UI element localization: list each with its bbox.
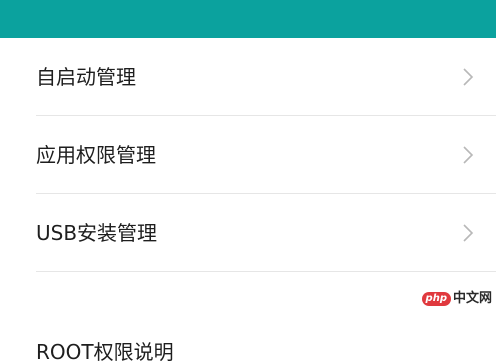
chevron-right-icon bbox=[463, 224, 474, 242]
list-item-autostart-management[interactable]: 自启动管理 bbox=[0, 38, 496, 116]
chevron-right-icon bbox=[463, 146, 474, 164]
list-item-usb-install-management[interactable]: USB安装管理 bbox=[0, 194, 496, 272]
chevron-right-icon bbox=[463, 68, 474, 86]
list-item-root-permission-info[interactable]: ROOT权限说明 bbox=[0, 272, 496, 362]
list-item-label: 应用权限管理 bbox=[36, 143, 156, 167]
watermark-logo: php 中文网 bbox=[419, 290, 494, 308]
list-item-label: USB安装管理 bbox=[36, 221, 158, 245]
list-item-label: 自启动管理 bbox=[36, 65, 136, 89]
top-app-bar bbox=[0, 0, 496, 38]
list-item-app-permission-management[interactable]: 应用权限管理 bbox=[0, 116, 496, 194]
list-item-label: ROOT权限说明 bbox=[36, 340, 174, 364]
watermark-text: 中文网 bbox=[452, 291, 492, 306]
watermark-brand: php bbox=[421, 292, 451, 306]
